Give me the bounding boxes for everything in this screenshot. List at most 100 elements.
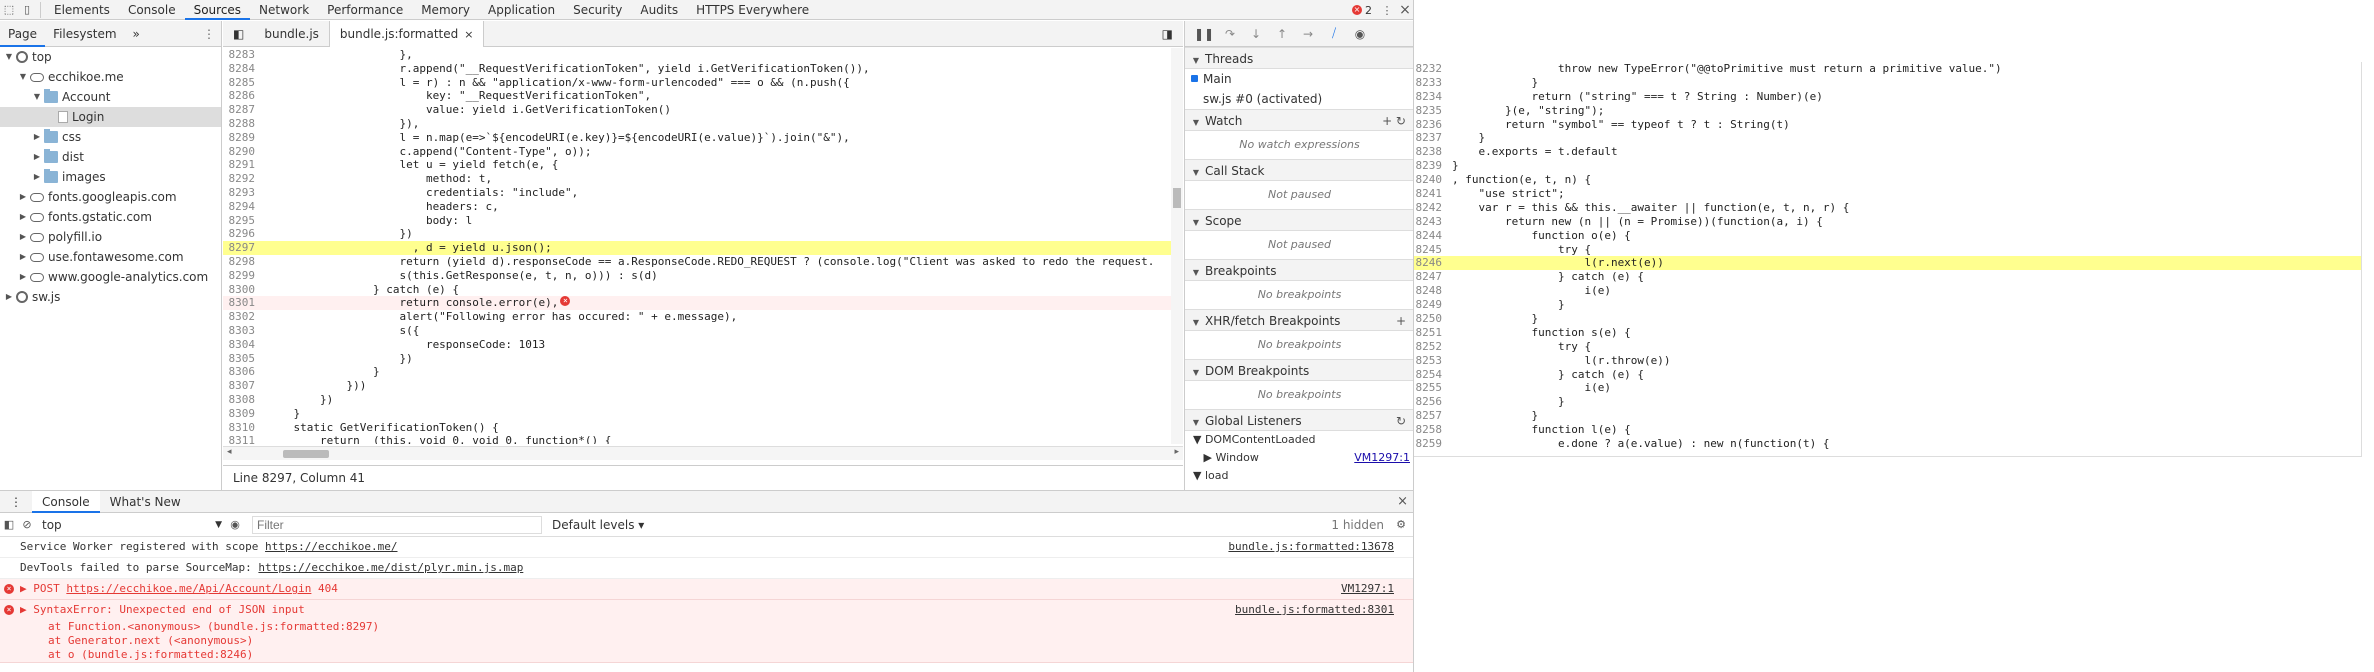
listener-source-link[interactable]: VM1297:1 bbox=[1354, 449, 1410, 467]
line-number[interactable]: 8291 bbox=[223, 158, 263, 172]
line-number[interactable]: 8242 bbox=[1414, 201, 1448, 215]
tab-elements[interactable]: Elements bbox=[45, 0, 119, 20]
tree-item[interactable]: ▶ sw.js bbox=[0, 287, 221, 307]
line-number[interactable]: 8297 bbox=[223, 241, 263, 255]
line-number[interactable]: 8248 bbox=[1414, 284, 1448, 298]
tree-item[interactable]: ▶ css bbox=[0, 127, 221, 147]
line-number[interactable]: 8234 bbox=[1414, 90, 1448, 104]
tree-item[interactable]: ▼ Account bbox=[0, 87, 221, 107]
message-source-link[interactable]: VM1297:1 bbox=[1341, 579, 1394, 599]
line-number[interactable]: 8240 bbox=[1414, 173, 1448, 187]
line-number[interactable]: 8292 bbox=[223, 172, 263, 186]
section-actions[interactable]: + ↻ bbox=[1382, 110, 1406, 132]
message-link[interactable]: https://ecchikoe.me/Api/Account/Login bbox=[66, 582, 311, 595]
line-number[interactable]: 8251 bbox=[1414, 326, 1448, 340]
step-out-icon[interactable]: ↑ bbox=[1269, 27, 1295, 41]
log-levels-dropdown[interactable]: Default levels ▾ bbox=[552, 518, 644, 532]
line-number[interactable]: 8255 bbox=[1414, 381, 1448, 395]
line-number[interactable]: 8237 bbox=[1414, 131, 1448, 145]
line-number[interactable]: 8245 bbox=[1414, 243, 1448, 257]
line-number[interactable]: 8250 bbox=[1414, 312, 1448, 326]
section-actions[interactable]: + bbox=[1396, 310, 1406, 332]
scroll-thumb-h[interactable] bbox=[283, 450, 329, 458]
refresh-icon[interactable]: ↻ bbox=[1396, 410, 1406, 432]
message-link[interactable]: https://ecchikoe.me/ bbox=[265, 540, 397, 553]
line-number[interactable]: 8310 bbox=[223, 421, 263, 435]
line-number[interactable]: 8239 bbox=[1414, 159, 1448, 173]
tab-console[interactable]: Console bbox=[32, 490, 100, 513]
line-number[interactable]: 8253 bbox=[1414, 354, 1448, 368]
line-number[interactable]: 8243 bbox=[1414, 215, 1448, 229]
tree-item[interactable]: ▶ polyfill.io bbox=[0, 227, 221, 247]
line-number[interactable]: 8249 bbox=[1414, 298, 1448, 312]
editor-tab-bundle-formatted[interactable]: bundle.js:formatted × bbox=[328, 20, 485, 47]
code-view[interactable]: 8283 }, 8284 r.append("__RequestVerificat… bbox=[223, 48, 1183, 444]
step-into-icon[interactable]: ↓ bbox=[1243, 27, 1269, 41]
listener-item[interactable]: ▶ Window VM1297:1 bbox=[1185, 449, 1413, 467]
tree-item[interactable]: ▶ fonts.gstatic.com bbox=[0, 207, 221, 227]
line-number[interactable]: 8309 bbox=[223, 407, 263, 421]
line-number[interactable]: 8307 bbox=[223, 379, 263, 393]
close-devtools-icon[interactable]: × bbox=[1396, 1, 1413, 19]
console-settings-icon[interactable]: ⚙ bbox=[1392, 516, 1410, 534]
thread-main[interactable]: Main bbox=[1185, 69, 1413, 89]
line-number[interactable]: 8252 bbox=[1414, 340, 1448, 354]
section-header-scope[interactable]: ▼ Scope bbox=[1185, 209, 1413, 231]
line-number[interactable]: 8258 bbox=[1414, 423, 1448, 437]
tab-audits[interactable]: Audits bbox=[631, 0, 687, 20]
line-number[interactable]: 8294 bbox=[223, 200, 263, 214]
line-number[interactable]: 8246 bbox=[1414, 256, 1448, 270]
tab-console[interactable]: Console bbox=[119, 0, 185, 20]
stack-frame[interactable]: at Function.<anonymous> (bundle.js:forma… bbox=[20, 620, 1413, 634]
line-number[interactable]: 8256 bbox=[1414, 395, 1448, 409]
message-source-link[interactable]: bundle.js:formatted:8301 bbox=[1235, 600, 1394, 620]
horizontal-scrollbar[interactable]: ◂ ▸ bbox=[223, 446, 1183, 460]
line-number[interactable]: 8304 bbox=[223, 338, 263, 352]
error-badge[interactable]: × 2 bbox=[1346, 4, 1378, 17]
line-number[interactable]: 8233 bbox=[1414, 76, 1448, 90]
console-filter-input[interactable] bbox=[252, 515, 542, 534]
pause-icon[interactable]: ❚❚ bbox=[1191, 27, 1217, 41]
live-expression-icon[interactable]: ◉ bbox=[226, 516, 244, 534]
tree-item[interactable]: ▶ use.fontawesome.com bbox=[0, 247, 221, 267]
message-link[interactable]: https://ecchikoe.me/dist/plyr.min.js.map bbox=[258, 561, 523, 574]
line-number[interactable]: 8295 bbox=[223, 214, 263, 228]
line-number[interactable]: 8284 bbox=[223, 62, 263, 76]
scroll-thumb[interactable] bbox=[1173, 188, 1181, 208]
tree-item[interactable]: ▶ www.google-analytics.com bbox=[0, 267, 221, 287]
error-marker-icon[interactable]: × bbox=[560, 296, 571, 307]
line-number[interactable]: 8288 bbox=[223, 117, 263, 131]
inspect-icon[interactable]: ⬚ bbox=[0, 1, 18, 19]
line-number[interactable]: 8257 bbox=[1414, 409, 1448, 423]
line-number[interactable]: 8286 bbox=[223, 89, 263, 103]
section-header-xhr-fetch-breakpoints[interactable]: ▼ XHR/fetch Breakpoints + bbox=[1185, 309, 1413, 332]
line-number[interactable]: 8311 bbox=[223, 434, 263, 444]
stack-frame[interactable]: at Generator.next (<anonymous>) bbox=[20, 634, 1413, 648]
line-number[interactable]: 8300 bbox=[223, 283, 263, 297]
line-number[interactable]: 8306 bbox=[223, 365, 263, 379]
tab-memory[interactable]: Memory bbox=[412, 0, 479, 20]
global-listeners-header[interactable]: ▼ Global Listeners ↻ bbox=[1185, 409, 1413, 432]
line-number[interactable]: 8301 bbox=[223, 296, 263, 310]
stack-frame[interactable]: at o (bundle.js:formatted:8246) bbox=[20, 648, 1413, 662]
more-tabs-icon[interactable]: » bbox=[125, 21, 148, 47]
listener-item[interactable]: ▼ load bbox=[1185, 467, 1413, 485]
tab-security[interactable]: Security bbox=[564, 0, 631, 20]
console-sidebar-icon[interactable]: ◧ bbox=[0, 516, 18, 534]
tab-page[interactable]: Page bbox=[0, 21, 46, 47]
tree-item[interactable]: ▼ top bbox=[0, 47, 221, 67]
thread-sw[interactable]: sw.js #0 (activated) bbox=[1185, 89, 1413, 109]
toggle-debugger-icon[interactable]: ◨ bbox=[1152, 21, 1183, 47]
tab-performance[interactable]: Performance bbox=[318, 0, 412, 20]
close-drawer-icon[interactable]: × bbox=[1397, 494, 1408, 509]
tree-item[interactable]: ▶ images bbox=[0, 167, 221, 187]
close-tab-icon[interactable]: × bbox=[464, 28, 473, 41]
tab-filesystem[interactable]: Filesystem bbox=[45, 21, 124, 47]
tab-application[interactable]: Application bbox=[479, 0, 564, 20]
scroll-right-icon[interactable]: ▸ bbox=[1174, 447, 1179, 457]
device-toggle-icon[interactable]: ▯ bbox=[18, 1, 36, 19]
line-number[interactable]: 8283 bbox=[223, 48, 263, 62]
toggle-navigator-icon[interactable]: ◧ bbox=[223, 21, 254, 47]
line-number[interactable]: 8244 bbox=[1414, 229, 1448, 243]
line-number[interactable]: 8293 bbox=[223, 186, 263, 200]
